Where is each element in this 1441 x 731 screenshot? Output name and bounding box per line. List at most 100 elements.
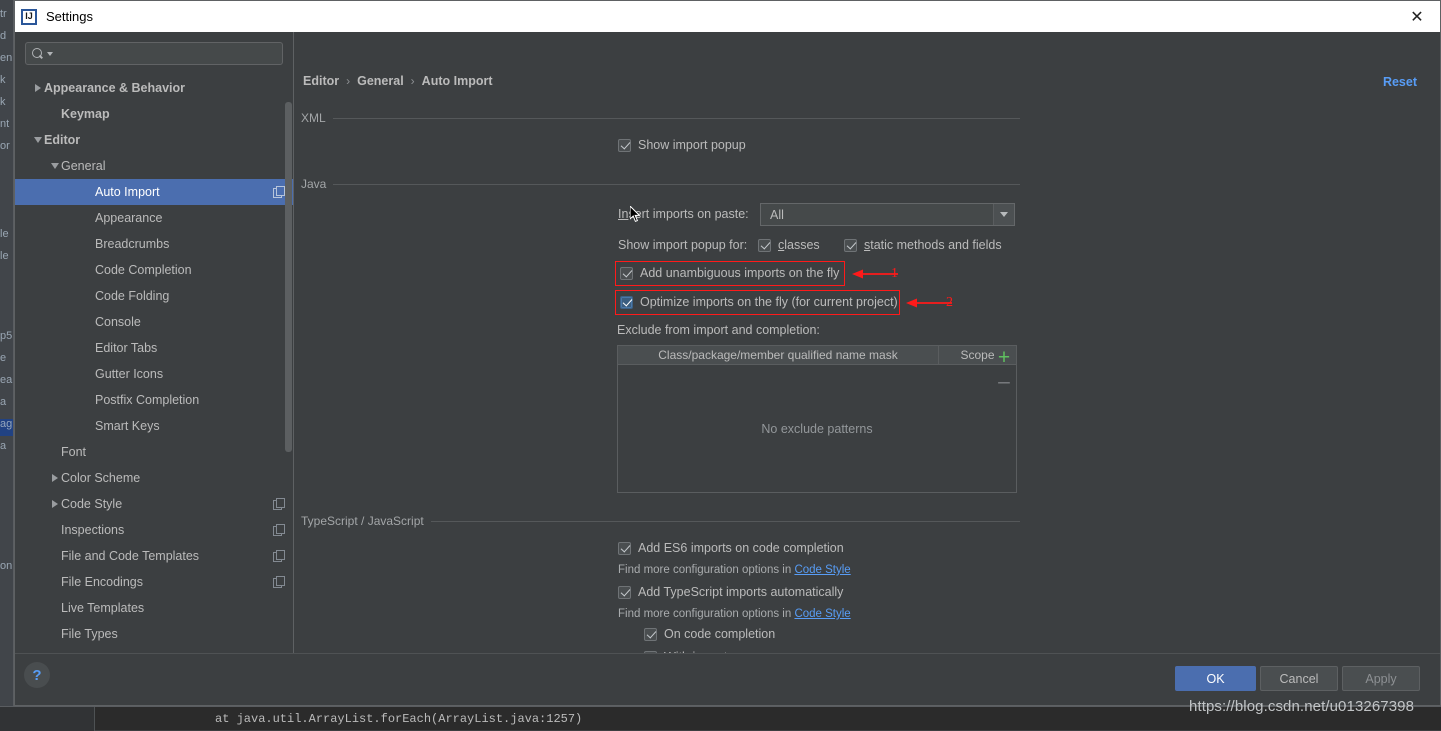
sidebar-scrollbar-thumb[interactable] bbox=[285, 102, 292, 452]
table-empty-text: No exclude patterns bbox=[761, 422, 872, 436]
chevron-down-icon[interactable] bbox=[48, 163, 61, 169]
sidebar-item-general[interactable]: General bbox=[15, 153, 293, 179]
sidebar-item-postfix-completion[interactable]: Postfix Completion bbox=[15, 387, 293, 413]
copy-settings-icon[interactable] bbox=[273, 550, 285, 562]
sidebar-item-label: File Types bbox=[61, 627, 118, 641]
sidebar-item-inspections[interactable]: Inspections bbox=[15, 517, 293, 543]
sidebar-item-console[interactable]: Console bbox=[15, 309, 293, 335]
sidebar-item-file-and-code-templates[interactable]: File and Code Templates bbox=[15, 543, 293, 569]
add-typescript-imports-checkbox[interactable]: Add TypeScript imports automatically bbox=[618, 585, 843, 599]
copy-settings-icon[interactable] bbox=[273, 498, 285, 510]
sidebar-item-label: Auto Import bbox=[95, 185, 160, 199]
add-pattern-button[interactable]: + bbox=[992, 345, 1016, 369]
chevron-right-icon[interactable] bbox=[48, 474, 61, 482]
apply-button[interactable]: Apply bbox=[1342, 666, 1420, 691]
sidebar-item-label: Editor Tabs bbox=[95, 341, 157, 355]
remove-pattern-button[interactable]: – bbox=[992, 369, 1016, 393]
settings-tree[interactable]: Appearance & Behavior Keymap EditorGeneral… bbox=[15, 73, 293, 653]
checkbox-box[interactable] bbox=[618, 139, 631, 152]
background-text-fragment: k bbox=[0, 96, 14, 108]
sidebar-item-code-folding[interactable]: Code Folding bbox=[15, 283, 293, 309]
background-text-fragment: p5 bbox=[0, 330, 14, 342]
sidebar-item-label: File Encodings bbox=[61, 575, 143, 589]
sidebar-item-appearance-behavior[interactable]: Appearance & Behavior bbox=[15, 75, 293, 101]
section-divider bbox=[333, 184, 1020, 185]
sidebar-item-label: Code Completion bbox=[95, 263, 192, 277]
table-body[interactable]: No exclude patterns bbox=[618, 365, 1016, 492]
sidebar-item-editor-tabs[interactable]: Editor Tabs bbox=[15, 335, 293, 361]
checkbox-label: Add unambiguous imports on the fly bbox=[640, 266, 839, 280]
on-code-completion-checkbox[interactable]: On code completion bbox=[644, 627, 775, 641]
popup-classes-checkbox[interactable]: classes bbox=[758, 238, 820, 252]
breadcrumb-separator: › bbox=[346, 74, 350, 88]
dropdown-arrow-box[interactable] bbox=[993, 204, 1014, 225]
add-es6-imports-checkbox[interactable]: Add ES6 imports on code completion bbox=[618, 541, 844, 555]
window-title: Settings bbox=[46, 9, 93, 24]
sidebar-item-label: Keymap bbox=[61, 107, 110, 121]
sidebar-item-editor[interactable]: Editor bbox=[15, 127, 293, 153]
insert-imports-mnemonic: In bbox=[618, 207, 628, 221]
popup-static-methods-checkbox[interactable]: static methods and fields bbox=[844, 238, 1002, 252]
settings-dialog: IJ Settings ✕ Appearance & Behavior Keyma… bbox=[14, 0, 1441, 706]
checkbox-box[interactable] bbox=[644, 628, 657, 641]
background-text-fragment: or bbox=[0, 140, 14, 152]
chevron-right-icon[interactable] bbox=[31, 84, 44, 92]
checkbox-box[interactable] bbox=[618, 586, 631, 599]
sidebar-item-smart-keys[interactable]: Smart Keys bbox=[15, 413, 293, 439]
sidebar-item-appearance[interactable]: Appearance bbox=[15, 205, 293, 231]
ok-button[interactable]: OK bbox=[1175, 666, 1256, 691]
breadcrumb-separator: › bbox=[411, 74, 415, 88]
checkbox-box[interactable] bbox=[620, 296, 633, 309]
code-style-link[interactable]: Code Style bbox=[794, 564, 850, 576]
help-button[interactable]: ? bbox=[24, 662, 50, 688]
checkbox-box[interactable] bbox=[618, 542, 631, 555]
sidebar-item-auto-import[interactable]: Auto Import bbox=[15, 179, 293, 205]
sidebar-item-live-templates[interactable]: Live Templates bbox=[15, 595, 293, 621]
checkbox-label: Show import popup bbox=[638, 138, 746, 152]
sidebar-item-label: Code Folding bbox=[95, 289, 169, 303]
background-text-fragment: on bbox=[0, 560, 14, 572]
chevron-down-icon bbox=[1000, 212, 1008, 217]
background-text-fragment: en bbox=[0, 52, 14, 64]
checkbox-box[interactable] bbox=[758, 239, 771, 252]
checkbox-box[interactable] bbox=[620, 267, 633, 280]
optimize-imports-checkbox[interactable]: Optimize imports on the fly (for current… bbox=[620, 295, 898, 309]
sidebar-item-code-style[interactable]: Code Style bbox=[15, 491, 293, 517]
table-column-mask[interactable]: Class/package/member qualified name mask bbox=[618, 346, 939, 364]
sidebar-item-code-completion[interactable]: Code Completion bbox=[15, 257, 293, 283]
sidebar-item-keymap[interactable]: Keymap bbox=[15, 101, 293, 127]
exclude-label: Exclude from import and completion: bbox=[617, 323, 820, 337]
intellij-idea-icon: IJ bbox=[21, 9, 37, 25]
breadcrumb-item-general[interactable]: General bbox=[357, 74, 404, 88]
code-style-link[interactable]: Code Style bbox=[794, 608, 850, 620]
search-input[interactable] bbox=[53, 47, 282, 61]
sidebar-item-gutter-icons[interactable]: Gutter Icons bbox=[15, 361, 293, 387]
exclude-table[interactable]: Class/package/member qualified name mask… bbox=[617, 345, 1017, 493]
sidebar-item-font[interactable]: Font bbox=[15, 439, 293, 465]
search-icon bbox=[32, 47, 46, 61]
section-typescript-header: TypeScript / JavaScript bbox=[301, 514, 1020, 528]
sidebar-item-file-encodings[interactable]: File Encodings bbox=[15, 569, 293, 595]
chevron-down-icon[interactable] bbox=[31, 137, 44, 143]
insert-imports-label: Insert imports on paste: bbox=[618, 207, 749, 221]
search-box[interactable] bbox=[25, 42, 283, 65]
checkbox-box[interactable] bbox=[844, 239, 857, 252]
show-import-popup-checkbox[interactable]: Show import popup bbox=[618, 138, 746, 152]
section-java-header: Java bbox=[301, 177, 1020, 191]
close-icon[interactable]: ✕ bbox=[1394, 1, 1440, 32]
add-unambiguous-checkbox[interactable]: Add unambiguous imports on the fly bbox=[620, 266, 839, 280]
copy-settings-icon[interactable] bbox=[273, 576, 285, 588]
breadcrumb-item-auto-import[interactable]: Auto Import bbox=[422, 74, 493, 88]
copy-settings-icon[interactable] bbox=[273, 186, 285, 198]
sidebar-item-color-scheme[interactable]: Color Scheme bbox=[15, 465, 293, 491]
reset-link[interactable]: Reset bbox=[1383, 75, 1417, 89]
insert-imports-select[interactable]: All bbox=[760, 203, 1015, 226]
breadcrumb-item-editor[interactable]: Editor bbox=[303, 74, 339, 88]
sidebar-item-file-types[interactable]: File Types bbox=[15, 621, 293, 647]
checkbox-label: Add TypeScript imports automatically bbox=[638, 585, 843, 599]
copy-settings-icon[interactable] bbox=[273, 524, 285, 536]
cancel-button[interactable]: Cancel bbox=[1260, 666, 1338, 691]
sidebar-item-label: Live Templates bbox=[61, 601, 144, 615]
chevron-right-icon[interactable] bbox=[48, 500, 61, 508]
sidebar-item-breadcrumbs[interactable]: Breadcrumbs bbox=[15, 231, 293, 257]
